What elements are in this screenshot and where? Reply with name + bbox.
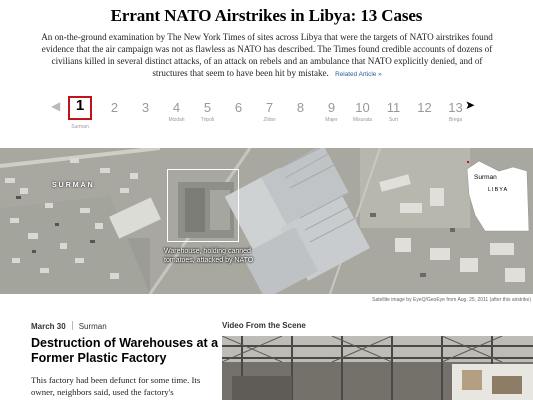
case-number: 12 [417,100,432,115]
case-number: 4 [172,100,181,115]
case-number: 8 [296,100,305,115]
case-6-button[interactable]: 6 [223,96,254,126]
related-article-link[interactable]: Related Article » [335,71,382,78]
case-pager: ◀ 1 Surman 2 3 4 Mizdah 5 Tripoli 6 7 Zlitan 8 9 Maje… [48,96,488,136]
case-11-button[interactable]: 11 Surt [378,96,409,126]
locator-surman-label: Surman [474,174,497,181]
article-body: This factory had been defunct for some t… [31,375,201,397]
dateline-divider [71,321,73,330]
warehouse-callout-text: Warehouse, holding canned tomatoes, atta… [164,248,254,264]
case-place: Majer [325,117,338,123]
case-10-button[interactable]: 10 Misurata [347,96,378,126]
case-12-button[interactable]: 12 [409,96,440,126]
case-place: Misurata [352,117,373,123]
satellite-image: SURMAN Warehouse, holding canned tomatoe… [0,148,533,294]
case-number: 2 [110,100,119,115]
case-place: Surman [71,124,89,130]
case-7-button[interactable]: 7 Zlitan [254,96,285,126]
case-8-button[interactable]: 8 [285,96,316,126]
locator-country-label: LIBYA [488,187,509,193]
satellite-photo [0,148,533,294]
case-9-button[interactable]: 9 Majer [316,96,347,126]
article-location: Surman [78,322,107,331]
image-credit: Satellite image by EyeQ/GeoEye from Aug.… [372,297,531,303]
case-place: Mizdah [168,117,185,123]
warehouse-callout-box [167,169,239,242]
case-number: 5 [203,100,212,115]
case-number: 6 [234,100,243,115]
case-number: 9 [327,100,336,115]
case-place: Brega [448,117,463,123]
left-arrow-icon[interactable]: ◀ [51,100,60,112]
case-1-button[interactable]: 1 Surman [68,96,92,130]
right-arrow-icon[interactable]: ➤ [465,99,475,111]
article-dateline: March 30 Surman [31,321,107,331]
case-number: 10 [355,100,370,115]
case-place: Tripoli [200,117,215,123]
page-title: Errant NATO Airstrikes in Libya: 13 Case… [110,6,423,25]
case-number: 3 [141,100,150,115]
case-5-button[interactable]: 5 Tripoli [192,96,223,126]
video-section-label: Video From the Scene [222,321,306,330]
intro-paragraph: An on-the-ground examination by The New … [40,31,494,81]
case-2-button[interactable]: 2 [99,96,130,126]
case-number: 7 [265,100,274,115]
intro-text: An on-the-ground examination by The New … [41,32,493,78]
article-headline: Destruction of Warehouses at a Former Pl… [31,336,219,365]
case-4-button[interactable]: 4 Mizdah [161,96,192,126]
article-date: March 30 [31,322,66,331]
case-3-button[interactable]: 3 [130,96,161,126]
case-number: 11 [386,100,401,115]
case-place: Zlitan [263,117,276,123]
video-player[interactable] [222,336,533,400]
case-place: Surt [388,117,399,123]
libya-locator-map [466,160,530,232]
surman-map-label: SURMAN [52,182,95,189]
case-number: 1 [75,97,85,114]
video-thumbnail [222,336,533,400]
